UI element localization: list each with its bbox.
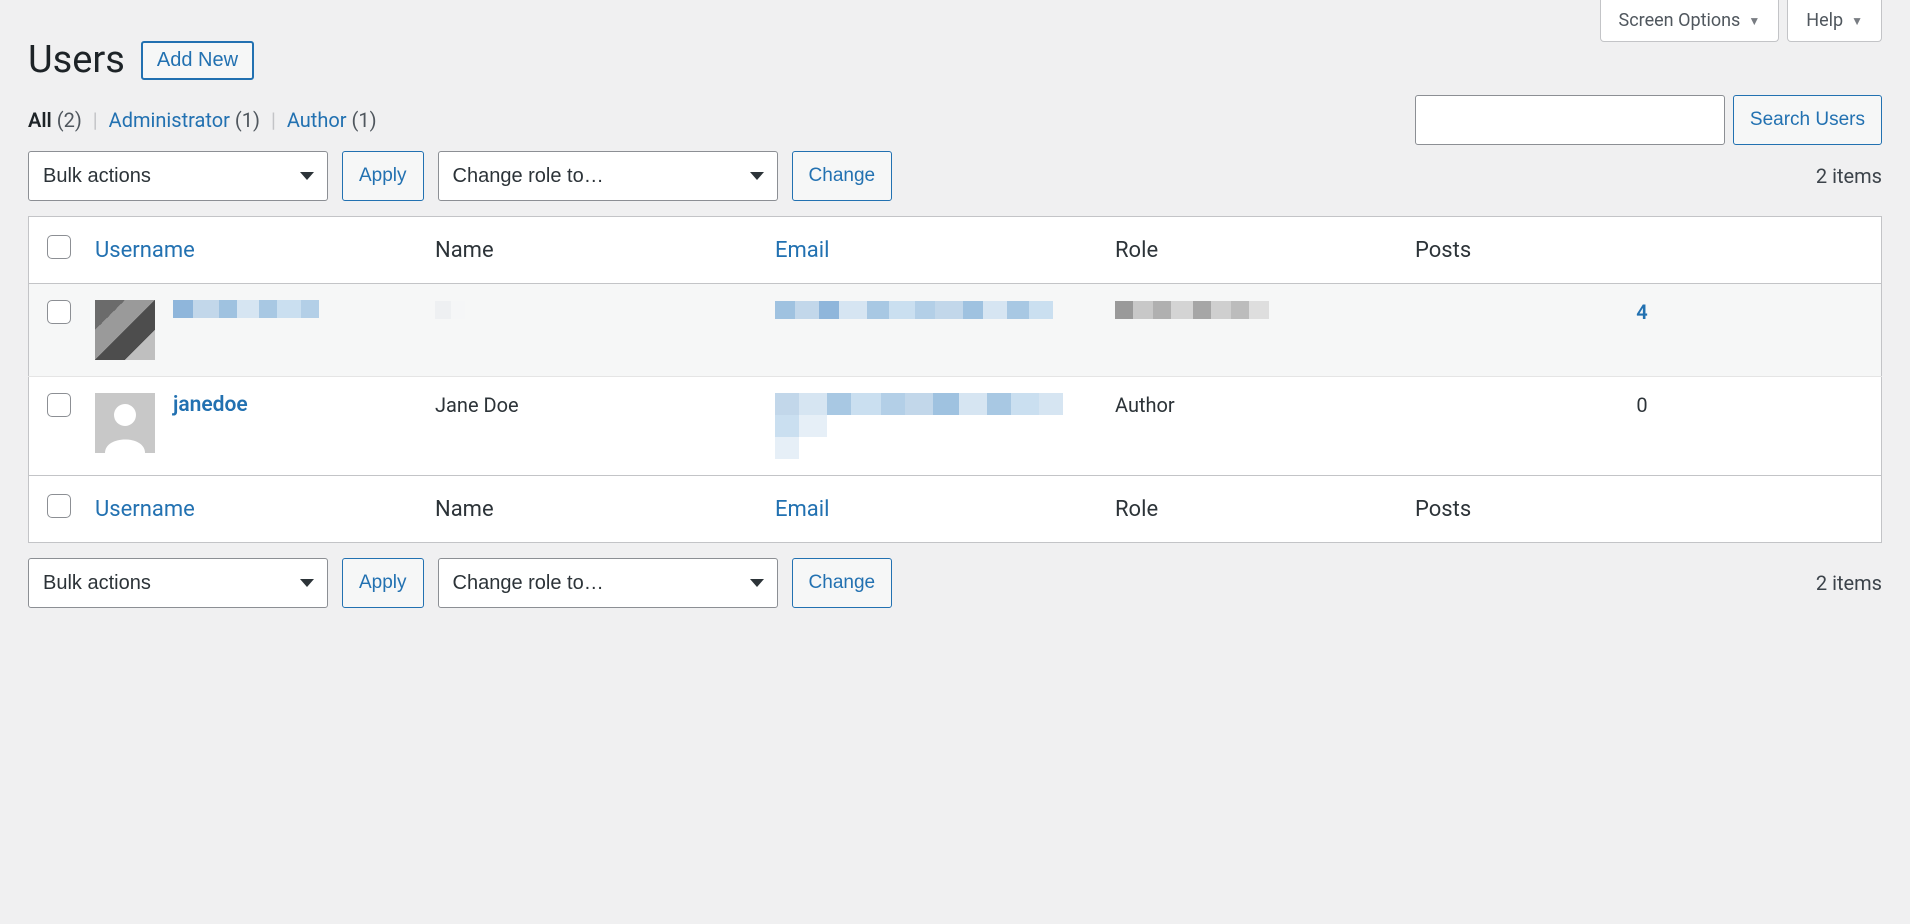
apply-button-bottom[interactable]: Apply [342, 558, 424, 608]
column-posts: Posts [1403, 217, 1882, 284]
posts-count: 0 [1403, 377, 1882, 476]
column-role: Role [1103, 217, 1403, 284]
user-role: Author [1103, 377, 1403, 476]
items-count-bottom: 2 items [1816, 571, 1882, 595]
add-new-button[interactable]: Add New [141, 41, 254, 80]
select-all-checkbox-top[interactable] [47, 235, 71, 259]
redacted-role [1115, 301, 1269, 319]
change-role-select-top[interactable]: Change role to… [438, 151, 778, 201]
bulk-actions-select-top[interactable]: Bulk actions [28, 151, 328, 201]
screen-options-tab[interactable]: Screen Options ▼ [1600, 0, 1780, 42]
user-name: Jane Doe [423, 377, 763, 476]
column-name: Name [423, 217, 763, 284]
change-role-select-bottom[interactable]: Change role to… [438, 558, 778, 608]
search-users-button[interactable]: Search Users [1733, 95, 1882, 145]
column-posts-foot: Posts [1403, 476, 1882, 543]
column-email[interactable]: Email [763, 217, 1103, 284]
apply-button-top[interactable]: Apply [342, 151, 424, 201]
users-table: Username Name Email Role Posts [28, 216, 1882, 543]
column-email-foot[interactable]: Email [763, 476, 1103, 543]
filter-author[interactable]: Author [287, 108, 352, 132]
items-count-top: 2 items [1816, 164, 1882, 188]
redacted-username [173, 300, 319, 318]
table-row: 4 [29, 284, 1882, 377]
bulk-actions-select-bottom[interactable]: Bulk actions [28, 558, 328, 608]
table-row: janedoe Jane Doe [29, 377, 1882, 476]
column-name-foot: Name [423, 476, 763, 543]
redacted-name [435, 301, 465, 319]
screen-options-label: Screen Options [1619, 10, 1741, 31]
change-button-top[interactable]: Change [792, 151, 893, 201]
chevron-down-icon: ▼ [1748, 14, 1760, 28]
column-role-foot: Role [1103, 476, 1403, 543]
column-username-foot[interactable]: Username [83, 476, 423, 543]
row-checkbox[interactable] [47, 300, 71, 324]
chevron-down-icon: ▼ [1851, 14, 1863, 28]
avatar [95, 300, 155, 360]
help-tab[interactable]: Help ▼ [1787, 0, 1882, 42]
change-button-bottom[interactable]: Change [792, 558, 893, 608]
filter-all[interactable]: All (2) [28, 108, 87, 132]
column-username[interactable]: Username [83, 217, 423, 284]
redacted-email [775, 301, 1053, 319]
page-title: Users [28, 38, 125, 82]
avatar [95, 393, 155, 453]
help-label: Help [1806, 10, 1843, 31]
posts-count-link[interactable]: 4 [1636, 300, 1647, 324]
redacted-email [775, 393, 1063, 459]
username-link[interactable]: janedoe [173, 393, 248, 417]
filter-administrator[interactable]: Administrator [109, 108, 235, 132]
search-users-input[interactable] [1415, 95, 1725, 145]
row-checkbox[interactable] [47, 393, 71, 417]
select-all-checkbox-bottom[interactable] [47, 494, 71, 518]
